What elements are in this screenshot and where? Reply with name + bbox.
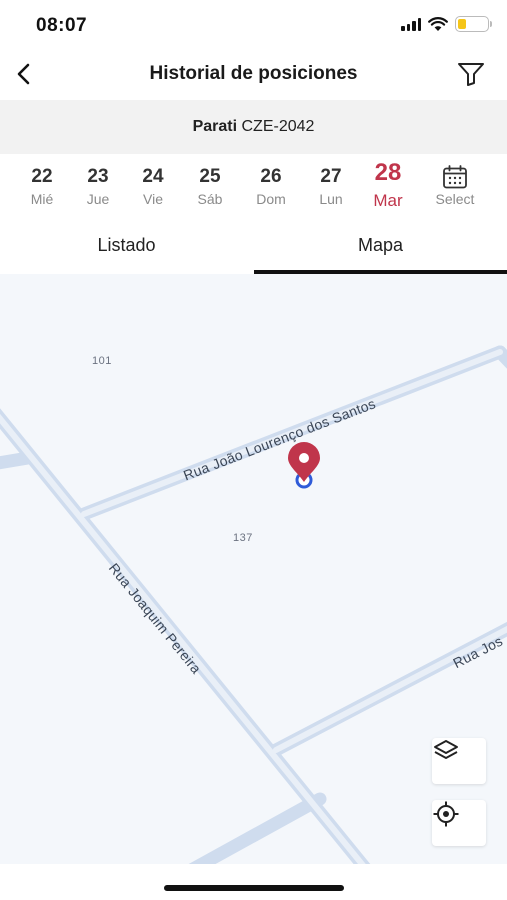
date-item-26[interactable]: 26 Dom xyxy=(243,164,299,207)
filter-icon xyxy=(458,63,484,86)
street-right-curve xyxy=(493,345,507,369)
date-number: 25 xyxy=(199,166,221,187)
date-item-25[interactable]: 25 Sáb xyxy=(182,164,238,207)
battery-icon xyxy=(455,16,492,32)
layers-icon xyxy=(434,740,458,759)
date-item-22[interactable]: 22 Mié xyxy=(14,164,70,207)
date-number: 27 xyxy=(320,166,342,187)
signal-icon xyxy=(401,17,421,31)
date-item-28-selected[interactable]: 28 Mar xyxy=(360,160,416,211)
status-icons xyxy=(401,16,492,32)
tab-listado[interactable]: Listado xyxy=(0,224,253,274)
date-number: 26 xyxy=(260,166,282,187)
page-title: Historial de posiciones xyxy=(149,63,358,84)
date-number: 24 xyxy=(142,166,164,187)
map-streets xyxy=(0,345,507,864)
date-number: 22 xyxy=(31,166,53,187)
map-view[interactable]: 101 137 Rua João Lourenço dos Santos Rua… xyxy=(0,274,507,864)
date-weekday: Mar xyxy=(373,191,403,210)
date-weekday: Lun xyxy=(319,191,343,207)
date-weekday: Dom xyxy=(256,191,286,207)
date-weekday: Vie xyxy=(143,191,163,207)
back-button[interactable] xyxy=(8,58,40,90)
date-weekday: Sáb xyxy=(197,191,223,207)
street-bottom xyxy=(188,792,327,864)
filter-button[interactable] xyxy=(455,59,487,89)
street-left-stub xyxy=(0,451,35,470)
date-selector: 22 Mié 23 Jue 24 Vie 25 Sáb 26 Dom 27 Lu… xyxy=(0,154,507,224)
status-time: 08:07 xyxy=(36,15,88,36)
home-indicator[interactable] xyxy=(164,885,344,891)
vehicle-plate: CZE-2042 xyxy=(241,118,315,135)
vehicle-name: Parati xyxy=(192,118,238,135)
date-weekday: Mié xyxy=(30,191,54,207)
home-indicator-area xyxy=(0,864,507,900)
vehicle-bar: Parati CZE-2042 xyxy=(0,100,507,154)
date-item-24[interactable]: 24 Vie xyxy=(125,164,181,207)
calendar-icon xyxy=(427,164,483,189)
tab-mapa[interactable]: Mapa xyxy=(254,224,507,274)
select-date-button[interactable]: Select xyxy=(427,164,483,207)
date-number: 23 xyxy=(87,166,109,187)
block-number: 137 xyxy=(233,532,253,544)
view-tabs: Listado Mapa xyxy=(0,224,507,274)
status-bar: 08:07 xyxy=(0,0,507,48)
block-number: 101 xyxy=(92,355,112,367)
date-weekday: Jue xyxy=(86,191,110,207)
header: Historial de posiciones xyxy=(0,48,507,100)
wifi-icon xyxy=(428,16,448,31)
date-number: 28 xyxy=(374,159,402,186)
chevron-left-icon xyxy=(17,63,30,85)
position-marker[interactable] xyxy=(288,442,320,489)
date-item-23[interactable]: 23 Jue xyxy=(70,164,126,207)
locate-button[interactable] xyxy=(432,800,486,846)
layers-button[interactable] xyxy=(432,738,486,784)
locate-icon xyxy=(433,801,459,827)
select-label: Select xyxy=(435,191,475,207)
date-item-27[interactable]: 27 Lun xyxy=(303,164,359,207)
